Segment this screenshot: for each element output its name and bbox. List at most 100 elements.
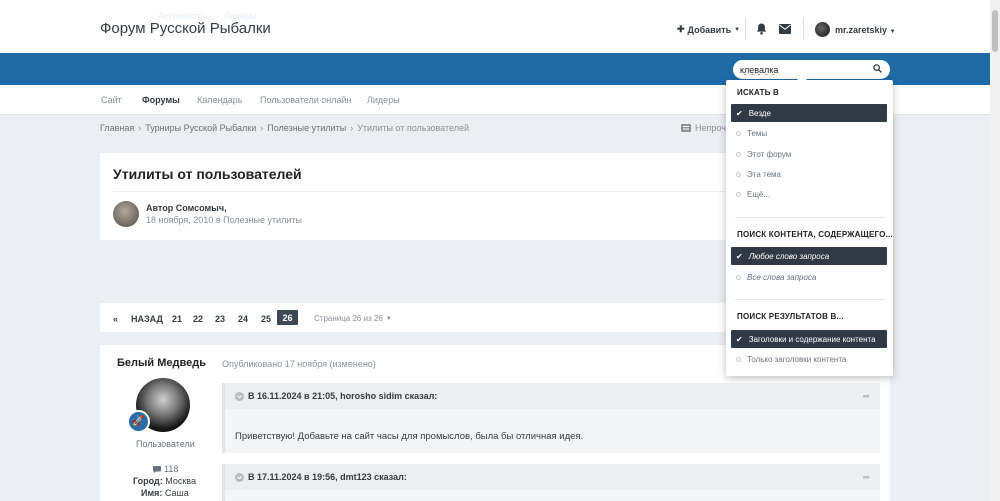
content-match-heading: ПОИСК КОНТЕНТА, СОДЕРЖАЩЕГО... — [737, 230, 893, 239]
page-scrollbar[interactable] — [990, 0, 1000, 501]
name-label: Имя: — [141, 488, 163, 498]
check-icon: ✔ — [736, 251, 743, 261]
quote-header[interactable]: В 16.11.2024 в 21:05, horosho sidim сказ… — [235, 391, 437, 401]
pagination-page-select[interactable]: Страница 26 из 26 ▼ — [314, 314, 392, 323]
search-in-this-topic[interactable]: Эта тема — [731, 165, 887, 183]
add-button[interactable]: ✚ Добавить ▼ — [677, 24, 740, 35]
option-label: Этот форум — [747, 149, 792, 159]
option-label: Заголовки и содержание контента — [748, 334, 876, 344]
quote-body: Приветствую! Добавьте на сайт часы для п… — [235, 431, 584, 442]
topic-author-avatar[interactable] — [113, 201, 139, 227]
search-in-everywhere[interactable]: ✔ Везде — [731, 104, 887, 122]
radio-icon — [736, 356, 741, 362]
add-button-label: Добавить — [687, 24, 732, 35]
header-divider — [745, 18, 746, 40]
quote-header-text: В 17.11.2024 в 19:56, dmt123 сказал: — [248, 472, 407, 482]
option-label: Ещё... — [747, 189, 771, 199]
subnav-item-leaders[interactable]: Лидеры — [367, 95, 400, 105]
city-label: Город: — [133, 476, 163, 486]
topic-meta: 18 ноября, 2010 в Полезные утилиты — [146, 215, 303, 225]
search-box[interactable] — [733, 60, 890, 79]
match-all-words[interactable]: Все слова запроса — [731, 268, 887, 286]
pagination-first[interactable]: « — [113, 314, 118, 324]
breadcrumb-separator: › — [138, 123, 142, 133]
pagination-current-page[interactable]: 26 — [277, 310, 298, 325]
comment-icon — [153, 465, 161, 473]
search-in-more[interactable]: Ещё... — [731, 185, 887, 203]
user-avatar[interactable] — [815, 22, 830, 37]
post-count: 118 — [153, 464, 178, 474]
dropdown-divider — [735, 217, 885, 218]
subnav-item-online-users[interactable]: Пользователи онлайн — [260, 95, 351, 105]
pagination-page[interactable]: 23 — [215, 314, 225, 324]
match-any-word[interactable]: ✔ Любое слово запроса — [731, 247, 887, 265]
pagination-page[interactable]: 22 — [193, 314, 203, 324]
divider — [113, 191, 733, 192]
quote-block: В 17.11.2024 в 19:56, dmt123 сказал: ➦ — [222, 464, 880, 501]
radio-icon — [736, 151, 741, 157]
dropdown-arrow — [796, 75, 808, 81]
pagination-page[interactable]: 25 — [261, 314, 271, 324]
caret-down-icon: ▼ — [889, 29, 896, 35]
post-count-value: 118 — [164, 464, 179, 474]
search-in-heading: ИСКАТЬ В — [737, 88, 780, 97]
post-author[interactable]: Белый Медведь — [117, 357, 206, 369]
breadcrumb-separator: › — [260, 123, 264, 133]
topic-title: Утилиты от пользователей — [113, 166, 302, 182]
plus-icon: ✚ — [677, 24, 685, 34]
rocket-icon: 🚀 — [127, 410, 150, 433]
option-label: Только заголовки контента — [747, 354, 847, 364]
chevron-down-icon — [235, 391, 244, 401]
quote-block: В 16.11.2024 в 21:05, horosho sidim сказ… — [222, 383, 880, 453]
unread-link[interactable]: Непрочи — [681, 123, 731, 133]
results-titles-only[interactable]: Только заголовки контента — [731, 350, 887, 368]
check-icon: ✔ — [736, 334, 743, 344]
dropdown-divider — [735, 299, 885, 300]
tab-activity[interactable]: Активность — [158, 11, 205, 21]
chevron-down-icon — [235, 472, 244, 482]
tab-leaders[interactable]: Лидеры — [224, 11, 257, 21]
quote-header-text: В 16.11.2024 в 21:05, horosho sidim сказ… — [248, 391, 438, 401]
subnav-item-site[interactable]: Сайт — [101, 95, 122, 105]
caret-down-icon: ▼ — [385, 315, 392, 322]
subnav-item-calendar[interactable]: Календарь — [197, 95, 242, 105]
user-menu[interactable]: mr.zaretskiy ▼ — [835, 25, 896, 35]
pagination-page[interactable]: 24 — [238, 314, 248, 324]
post-author-city: Город: Москва — [133, 476, 196, 486]
site-title[interactable]: Форум Русской Рыбалки — [100, 20, 271, 37]
search-in-topics[interactable]: Темы — [731, 124, 887, 142]
breadcrumb-item-utilities[interactable]: Полезные утилиты — [267, 123, 346, 133]
caret-down-icon: ▼ — [734, 26, 741, 33]
option-label: Темы — [747, 128, 768, 138]
unread-icon — [681, 124, 691, 132]
share-icon[interactable]: ➦ — [862, 472, 870, 483]
radio-icon — [736, 171, 741, 177]
search-in-this-forum[interactable]: Этот форум — [731, 145, 887, 163]
mail-icon[interactable] — [779, 24, 791, 36]
pagination-info: Страница 26 из 26 — [314, 314, 383, 323]
pagination-page[interactable]: 21 — [172, 314, 182, 324]
post-author-name: Имя: Саша — [141, 488, 189, 498]
option-label: Все слова запроса — [747, 272, 817, 282]
pagination-prev[interactable]: НАЗАД — [131, 314, 163, 324]
breadcrumb-item-current: Утилиты от пользователей — [357, 123, 470, 133]
results-titles-and-content[interactable]: ✔ Заголовки и содержание контента — [731, 330, 887, 348]
radio-icon — [736, 191, 741, 197]
scrollbar-thumb[interactable] — [992, 10, 998, 52]
share-icon[interactable]: ➦ — [862, 391, 870, 402]
option-label: Везде — [748, 108, 771, 118]
search-icon[interactable] — [873, 64, 882, 75]
results-in-heading: ПОИСК РЕЗУЛЬТАТОВ В... — [737, 312, 844, 321]
breadcrumb-item-home[interactable]: Главная — [100, 123, 134, 133]
topic-author[interactable]: Автор Сомсомыч, — [146, 203, 227, 213]
bell-icon[interactable] — [756, 23, 767, 37]
post-date: Опубликовано 17 ноября (изменено) — [222, 359, 376, 369]
subnav-item-forums[interactable]: Форумы — [142, 95, 180, 105]
breadcrumb-separator: › — [350, 123, 354, 133]
city-value: Москва — [165, 476, 196, 486]
tab-overview[interactable]: Обзор — [111, 11, 139, 21]
radio-icon — [736, 274, 741, 280]
breadcrumb-item-tournaments[interactable]: Турниры Русской Рыбалки — [145, 123, 256, 133]
quote-header[interactable]: В 17.11.2024 в 19:56, dmt123 сказал: — [235, 472, 407, 482]
breadcrumb: Главная › Турниры Русской Рыбалки › Поле… — [100, 123, 469, 133]
